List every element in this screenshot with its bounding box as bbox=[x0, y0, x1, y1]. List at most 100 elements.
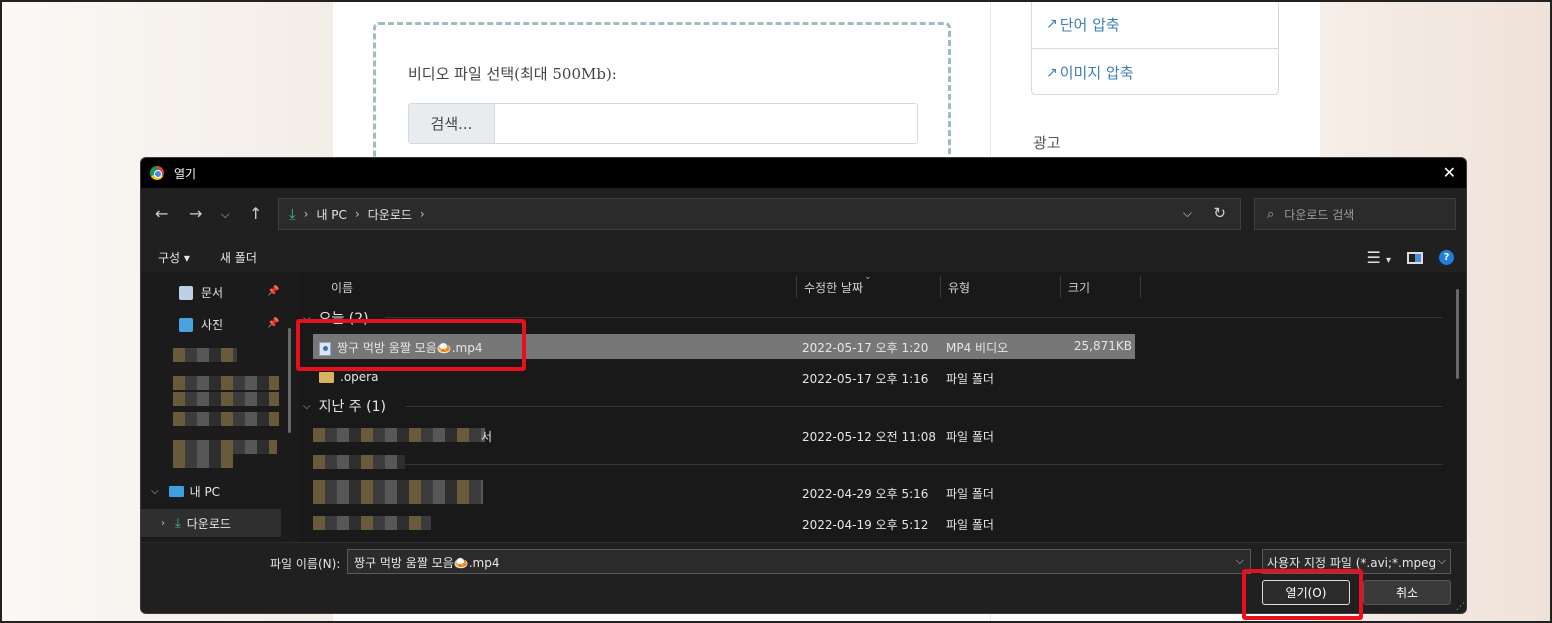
group-label: 지난 주 (1) bbox=[318, 399, 386, 415]
type-cell: 파일 폴더 bbox=[946, 487, 994, 501]
organize-button[interactable]: 구성 ▾ bbox=[158, 249, 190, 266]
address-bar[interactable]: ⤓ › 내 PC › 다운로드 › ⌵ ↻ bbox=[278, 198, 1241, 230]
download-icon: ⤓ bbox=[175, 516, 181, 531]
type-cell: 파일 폴더 bbox=[946, 518, 994, 532]
command-bar: 구성 ▾ 새 폴더 ☰ ▾ ? bbox=[141, 242, 1466, 272]
sort-caret-icon: ⌄ bbox=[864, 272, 872, 282]
cancel-button[interactable]: 취소 bbox=[1363, 580, 1451, 605]
navigation-pane: 문서 📌 사진 📌 ⌵ 내 PC › ⤓ 다운로드 bbox=[141, 272, 299, 542]
column-size[interactable]: 크기 bbox=[1068, 272, 1090, 302]
size-cell: 25,871KB bbox=[1073, 339, 1132, 353]
search-input[interactable]: ⌕ 다운로드 검색 bbox=[1254, 198, 1456, 230]
blurred-item bbox=[173, 392, 279, 406]
chevron-right-icon[interactable]: › bbox=[161, 518, 165, 529]
list-scrollbar[interactable] bbox=[1456, 289, 1459, 379]
breadcrumb-this-pc[interactable]: 내 PC bbox=[316, 206, 346, 223]
ad-label: 광고 bbox=[1033, 134, 1061, 152]
file-type-select[interactable]: 사용자 지정 파일 (*.avi;*.mpeg ⌵ bbox=[1262, 549, 1451, 574]
group-last-week[interactable]: ⌵ 지난 주 (1) bbox=[303, 396, 386, 416]
link-label: 단어 압축 bbox=[1059, 15, 1120, 34]
close-icon[interactable]: ✕ bbox=[1443, 163, 1456, 182]
modified-cell: 2022-04-19 오후 5:12 bbox=[802, 518, 929, 532]
picture-icon bbox=[179, 317, 193, 332]
preview-pane-icon[interactable] bbox=[1407, 251, 1423, 264]
breadcrumb-downloads[interactable]: 다운로드 bbox=[368, 206, 412, 223]
tools-card: ↗ 단어 압축 ↗ 이미지 압축 bbox=[1031, 0, 1279, 95]
blurred-item bbox=[173, 440, 277, 454]
chevron-right-icon: › bbox=[303, 207, 309, 221]
nav-item-documents[interactable]: 문서 bbox=[179, 284, 223, 301]
chrome-icon bbox=[150, 166, 164, 180]
file-name: .opera bbox=[340, 370, 379, 384]
nav-label: 다운로드 bbox=[186, 517, 231, 531]
pin-icon[interactable]: 📌 bbox=[267, 286, 279, 297]
filename-value: 짱구 먹방 움짤 모음🍛.mp4 bbox=[354, 556, 500, 570]
computer-icon bbox=[168, 486, 184, 497]
chevron-down-icon[interactable]: ⌵ bbox=[151, 486, 159, 497]
column-divider[interactable] bbox=[1140, 276, 1141, 298]
table-row[interactable]: 2022-04-19 오후 5:12 파일 폴더 bbox=[313, 511, 1135, 536]
group-divider bbox=[315, 464, 1443, 465]
document-icon bbox=[179, 285, 193, 300]
file-input[interactable]: 검색... bbox=[408, 103, 918, 144]
blurred-item bbox=[173, 348, 237, 362]
new-folder-button[interactable]: 새 폴더 bbox=[220, 249, 257, 266]
blurred-item bbox=[173, 412, 279, 426]
link-image-compress[interactable]: ↗ 이미지 압축 bbox=[1032, 48, 1278, 96]
nav-scrollbar[interactable] bbox=[288, 328, 291, 433]
nav-label: 내 PC bbox=[189, 485, 221, 499]
nav-item-this-pc[interactable]: ⌵ 내 PC bbox=[151, 483, 220, 500]
dialog-title: 열기 bbox=[174, 166, 197, 181]
file-type-value: 사용자 지정 파일 (*.avi;*.mpeg bbox=[1267, 556, 1437, 570]
type-cell: 파일 폴더 bbox=[946, 430, 994, 444]
upload-label: 비디오 파일 선택(최대 500Mb): bbox=[408, 65, 617, 83]
modified-cell: 2022-05-12 오전 11:08 bbox=[802, 430, 937, 444]
blurred-item bbox=[313, 455, 405, 469]
external-link-icon: ↗ bbox=[1046, 16, 1058, 32]
nav-item-downloads[interactable]: › ⤓ 다운로드 bbox=[161, 515, 231, 532]
chevron-down-icon[interactable]: ⌵ bbox=[303, 313, 311, 324]
recent-chevron-icon[interactable]: ⌵ bbox=[221, 208, 229, 222]
blurred-item bbox=[313, 516, 431, 530]
external-link-icon: ↗ bbox=[1046, 64, 1058, 81]
chevron-down-icon[interactable]: ⌵ bbox=[1183, 206, 1192, 221]
table-row[interactable]: 서 2022-05-12 오전 11:08 파일 폴더 bbox=[313, 423, 1135, 448]
resize-grip-icon[interactable]: ⋰ bbox=[1456, 602, 1465, 612]
pin-icon[interactable]: 📌 bbox=[267, 318, 279, 329]
navigation-bar: ← → ⌵ ↑ ⤓ › 내 PC › 다운로드 › ⌵ ↻ ⌕ 다운로드 검색 bbox=[141, 188, 1466, 242]
browse-button[interactable]: 검색... bbox=[409, 104, 495, 143]
dialog-footer: 파일 이름(N): 짱구 먹방 움짤 모음🍛.mp4 ⌵ 사용자 지정 파일 (… bbox=[141, 542, 1466, 613]
nav-item-pictures[interactable]: 사진 bbox=[179, 316, 223, 333]
modified-cell: 2022-04-29 오후 5:16 bbox=[802, 487, 929, 501]
filename-input[interactable]: 짱구 먹방 움짤 모음🍛.mp4 ⌵ bbox=[347, 549, 1251, 574]
chevron-down-icon[interactable]: ⌵ bbox=[1236, 554, 1244, 568]
help-icon[interactable]: ? bbox=[1439, 250, 1454, 265]
modified-cell: 2022-05-17 오후 1:16 bbox=[802, 372, 929, 386]
column-name[interactable]: 이름 bbox=[331, 272, 353, 302]
table-row[interactable]: .opera 2022-05-17 오후 1:16 파일 폴더 bbox=[313, 365, 1135, 390]
open-button[interactable]: 열기(O) bbox=[1262, 580, 1350, 605]
forward-arrow-icon[interactable]: → bbox=[189, 204, 202, 223]
chevron-right-icon: › bbox=[354, 207, 360, 221]
back-arrow-icon[interactable]: ← bbox=[155, 204, 168, 223]
group-today[interactable]: ⌵ 오늘 (2) bbox=[303, 308, 369, 328]
dialog-titlebar[interactable]: 열기 ✕ bbox=[141, 158, 1466, 188]
view-options-icon[interactable]: ☰ ▾ bbox=[1367, 248, 1391, 267]
column-divider[interactable] bbox=[940, 276, 941, 298]
folder-icon bbox=[319, 372, 334, 383]
column-divider[interactable] bbox=[1060, 276, 1061, 298]
column-type[interactable]: 유형 bbox=[948, 272, 970, 302]
table-row[interactable]: 2022-04-29 오후 5:16 파일 폴더 bbox=[313, 480, 1135, 505]
column-divider[interactable] bbox=[796, 276, 797, 298]
filename-label: 파일 이름(N): bbox=[270, 557, 341, 571]
up-arrow-icon[interactable]: ↑ bbox=[249, 204, 262, 223]
chevron-down-icon[interactable]: ⌵ bbox=[303, 401, 311, 412]
download-icon: ⤓ bbox=[289, 205, 296, 223]
blurred-item bbox=[173, 454, 233, 468]
refresh-icon[interactable]: ↻ bbox=[1213, 204, 1226, 222]
link-word-compress[interactable]: ↗ 단어 압축 bbox=[1032, 0, 1278, 48]
nav-label: 문서 bbox=[201, 286, 224, 300]
column-modified[interactable]: 수정한 날짜 bbox=[804, 272, 863, 302]
table-row[interactable]: 짱구 먹방 움짤 모음🍛.mp4 2022-05-17 오후 1:20 MP4 … bbox=[313, 334, 1135, 359]
chevron-down-icon[interactable]: ⌵ bbox=[1438, 554, 1446, 568]
